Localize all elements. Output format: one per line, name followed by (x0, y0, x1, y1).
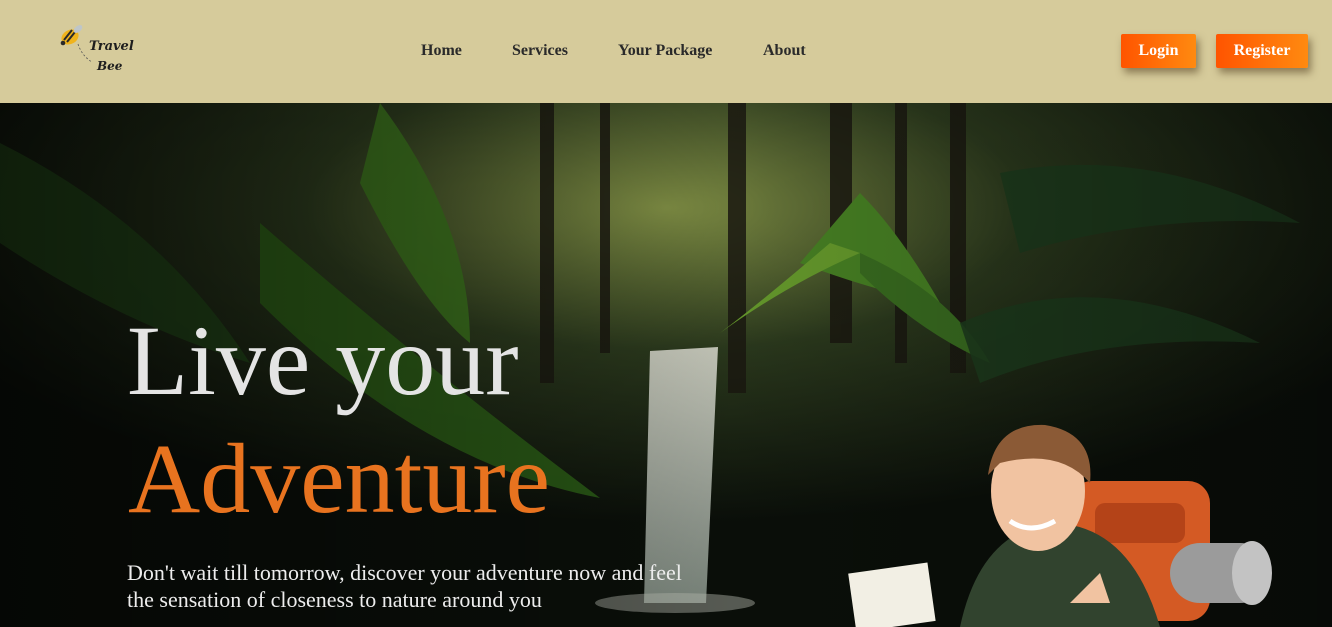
travel-bee-logo[interactable]: Travel Bee (58, 22, 138, 78)
navbar: Travel Bee Home Services Your Package Ab… (0, 0, 1332, 103)
login-button[interactable]: Login (1121, 34, 1196, 68)
logo-text-travel: Travel (89, 39, 134, 54)
nav-your-package[interactable]: Your Package (618, 42, 712, 60)
nav-services[interactable]: Services (512, 42, 568, 60)
hero-headline-line-1: Live your (127, 305, 519, 416)
logo-text-bee: Bee (97, 59, 123, 73)
nav-home[interactable]: Home (421, 42, 462, 60)
register-button[interactable]: Register (1216, 34, 1308, 68)
nav-about[interactable]: About (763, 42, 806, 60)
hero-headline-line-2: Adventure (128, 423, 551, 534)
hero-description: Don't wait till tomorrow, discover your … (127, 560, 682, 612)
hero-section: Live your Adventure Don't wait till tomo… (0, 103, 1332, 627)
